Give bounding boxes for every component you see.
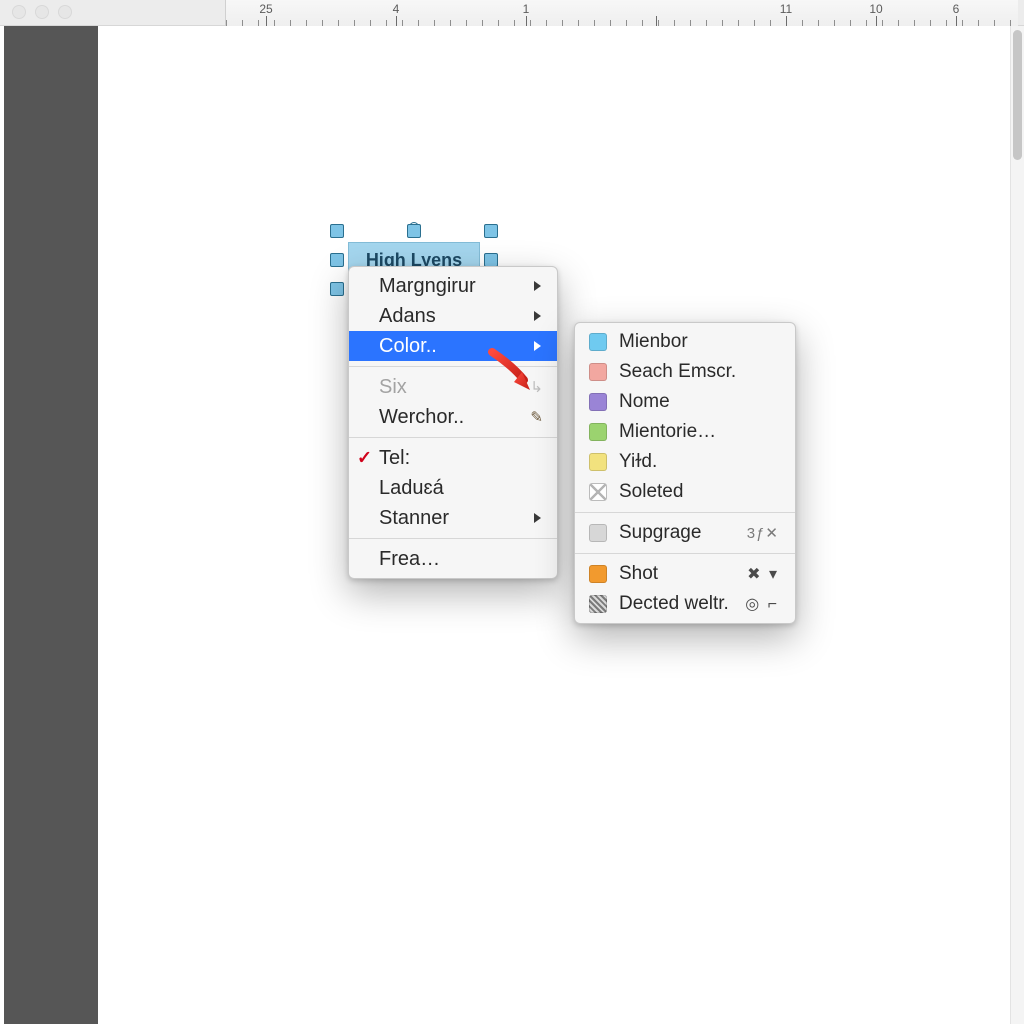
menu-item-label: Margngirur bbox=[379, 275, 476, 298]
document-canvas[interactable]: High Lyens MargngirurAdansColor..Six↳Wer… bbox=[98, 26, 1010, 1024]
menu-item[interactable]: ✓ Tel: bbox=[349, 443, 557, 473]
left-sidebar-panel bbox=[4, 26, 98, 1024]
color-menu-label: Mientorie… bbox=[619, 421, 716, 443]
resize-handle-tm[interactable] bbox=[407, 224, 421, 238]
menu-separator bbox=[349, 366, 557, 367]
menu-item[interactable]: Margngirur bbox=[349, 271, 557, 301]
menu-item[interactable]: Laduɛá bbox=[349, 473, 557, 503]
submenu-arrow-icon bbox=[503, 512, 543, 524]
menu-trailing-icon: ✖ ▾ bbox=[747, 564, 779, 584]
color-menu-label: Nome bbox=[619, 391, 670, 413]
ruler-label: 1 bbox=[523, 2, 530, 16]
menu-item[interactable]: Werchor.. ✎ bbox=[349, 402, 557, 432]
color-menu-label: Yiɫd. bbox=[619, 451, 657, 473]
color-menu-item[interactable]: Soleted bbox=[575, 477, 795, 507]
color-swatch-icon bbox=[589, 333, 607, 351]
menu-trailing-icon: ◎ ⌐ bbox=[745, 594, 779, 614]
close-window-icon[interactable] bbox=[12, 5, 26, 19]
ruler-label: 4 bbox=[393, 2, 400, 16]
color-menu-item[interactable]: Shot ✖ ▾ bbox=[575, 559, 795, 589]
menu-item-label: Adans bbox=[379, 305, 436, 328]
submenu-arrow-icon bbox=[503, 280, 543, 292]
color-swatch-icon bbox=[589, 565, 607, 583]
menu-trailing-icon: ✎ bbox=[500, 408, 543, 426]
color-menu-item[interactable]: Mienbor bbox=[575, 327, 795, 357]
color-submenu[interactable]: Mienbor Seach Emscr. Nome Mientorie… Yiɫd. So… bbox=[574, 322, 796, 624]
menu-item[interactable]: Color.. bbox=[349, 331, 557, 361]
ruler-label: 10 bbox=[869, 2, 882, 16]
menu-item-label: Werchor.. bbox=[379, 406, 464, 429]
menu-separator bbox=[575, 553, 795, 554]
menu-shortcut: 3ƒ✕ bbox=[747, 524, 779, 542]
color-swatch-icon bbox=[589, 453, 607, 471]
resize-handle-bl[interactable] bbox=[330, 282, 344, 296]
color-swatch-icon bbox=[589, 595, 607, 613]
context-menu[interactable]: Margngirur Adans Color.. Six ↳ Werchor.. ✎ ✓ Tel… bbox=[348, 266, 558, 579]
color-menu-label: Mienbor bbox=[619, 331, 688, 353]
resize-handle-tr[interactable] bbox=[484, 224, 498, 238]
resize-handle-tl[interactable] bbox=[330, 224, 344, 238]
menu-separator bbox=[575, 512, 795, 513]
horizontal-ruler[interactable]: 254111106 bbox=[225, 0, 1018, 26]
color-menu-label: Supgrage bbox=[619, 522, 701, 544]
color-menu-label: Dected weltr. bbox=[619, 593, 729, 615]
menu-item-label: Stanner bbox=[379, 507, 449, 530]
submenu-arrow-icon bbox=[503, 310, 543, 322]
menu-item-label: Six bbox=[379, 376, 407, 399]
menu-separator bbox=[349, 538, 557, 539]
color-menu-item[interactable]: Mientorie… bbox=[575, 417, 795, 447]
color-menu-item[interactable]: Supgrage 3ƒ✕ bbox=[575, 518, 795, 548]
resize-handle-ml[interactable] bbox=[330, 253, 344, 267]
menu-separator bbox=[349, 437, 557, 438]
zoom-window-icon[interactable] bbox=[58, 5, 72, 19]
color-swatch-icon bbox=[589, 423, 607, 441]
color-menu-label: Seach Emscr. bbox=[619, 361, 736, 383]
minimize-window-icon[interactable] bbox=[35, 5, 49, 19]
menu-item-label: Frea… bbox=[379, 548, 440, 571]
ruler-label: 11 bbox=[780, 2, 792, 16]
color-menu-item[interactable]: Seach Emscr. bbox=[575, 357, 795, 387]
menu-item-label: Laduɛá bbox=[379, 477, 444, 500]
vertical-scrollbar[interactable] bbox=[1010, 26, 1024, 1024]
color-swatch-icon bbox=[589, 363, 607, 381]
menu-trailing-icon: ↳ bbox=[500, 378, 543, 396]
resize-handle-mr[interactable] bbox=[484, 253, 498, 267]
color-menu-label: Soleted bbox=[619, 481, 683, 503]
menu-item[interactable]: Frea… bbox=[349, 544, 557, 574]
color-menu-item[interactable]: Yiɫd. bbox=[575, 447, 795, 477]
menu-item: Six ↳ bbox=[349, 372, 557, 402]
color-swatch-icon bbox=[589, 393, 607, 411]
checkmark-icon: ✓ bbox=[357, 448, 372, 469]
color-swatch-icon bbox=[589, 483, 607, 501]
window-traffic-lights[interactable] bbox=[12, 5, 72, 19]
menu-item[interactable]: Stanner bbox=[349, 503, 557, 533]
submenu-arrow-icon bbox=[503, 340, 543, 352]
window-toolbar: 254111106 bbox=[0, 0, 1024, 26]
color-swatch-icon bbox=[589, 524, 607, 542]
ruler-label: 6 bbox=[953, 2, 960, 16]
menu-item-label: Tel: bbox=[379, 447, 410, 470]
color-menu-item[interactable]: Nome bbox=[575, 387, 795, 417]
color-menu-label: Shot bbox=[619, 563, 658, 585]
menu-item[interactable]: Adans bbox=[349, 301, 557, 331]
color-menu-item[interactable]: Dected weltr. ◎ ⌐ bbox=[575, 589, 795, 619]
ruler-label: 25 bbox=[259, 2, 272, 16]
scrollbar-thumb[interactable] bbox=[1013, 30, 1022, 160]
menu-item-label: Color.. bbox=[379, 335, 437, 358]
